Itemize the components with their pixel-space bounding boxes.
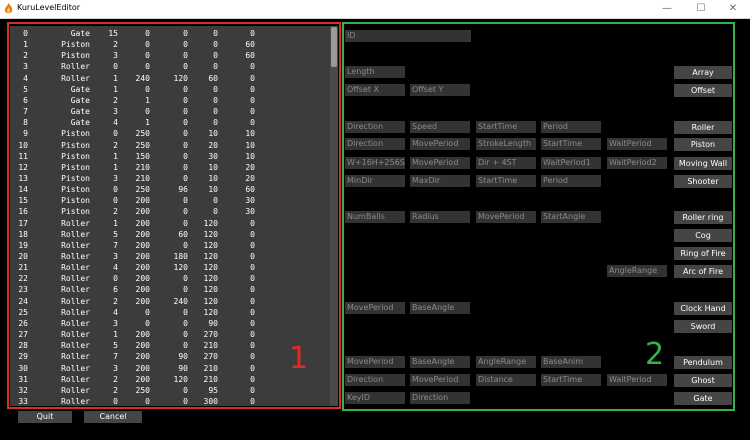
annotation-box-2 <box>342 22 735 411</box>
annotation-label-1: 1 <box>289 341 309 376</box>
minimize-button[interactable]: — <box>652 0 682 18</box>
quit-button[interactable]: Quit <box>18 411 72 423</box>
app-icon <box>4 3 13 14</box>
close-button[interactable]: ✕ <box>718 0 748 18</box>
title-bar: KuruLevelEditor — ☐ ✕ <box>0 0 750 19</box>
cancel-button[interactable]: Cancel <box>84 411 142 423</box>
maximize-button[interactable]: ☐ <box>686 0 716 18</box>
annotation-label-2: 2 <box>645 337 665 372</box>
window-title: KuruLevelEditor <box>17 3 81 12</box>
